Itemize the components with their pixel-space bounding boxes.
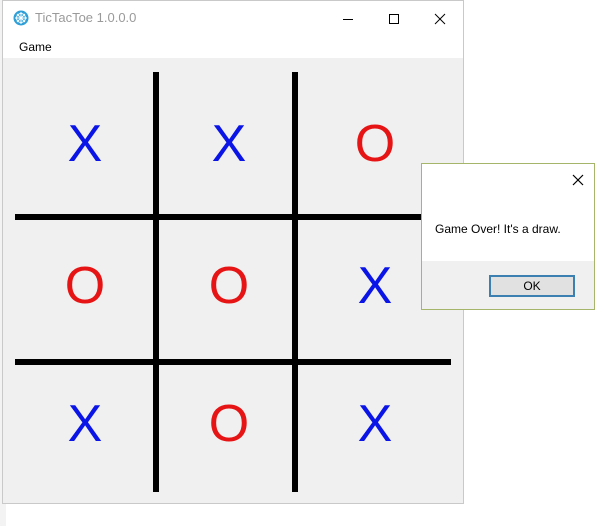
cell-r2-c2[interactable]: O: [159, 216, 299, 356]
cell-r3-c3[interactable]: X: [305, 354, 445, 494]
cell-mark: X: [67, 395, 103, 453]
close-icon: [434, 13, 446, 24]
cell-r3-c1[interactable]: X: [15, 354, 155, 494]
dialog-message: Game Over! It's a draw.: [435, 222, 561, 236]
menu-game[interactable]: Game: [19, 39, 52, 55]
globe-app-icon: [13, 10, 29, 26]
dialog-footer: OK: [422, 261, 594, 309]
close-button[interactable]: [417, 1, 463, 36]
cell-r3-c2[interactable]: O: [159, 354, 299, 494]
minimize-icon: [343, 18, 353, 20]
cell-mark: X: [357, 395, 393, 453]
maximize-button[interactable]: [371, 1, 417, 36]
title-bar[interactable]: TicTacToe 1.0.0.0: [3, 1, 463, 36]
desktop: TicTacToe 1.0.0.0 Game X X O O O X X O X…: [0, 0, 608, 526]
close-icon: [572, 174, 584, 186]
app-window: TicTacToe 1.0.0.0 Game X X O O O X X O X: [2, 0, 464, 504]
minimize-button[interactable]: [325, 1, 371, 36]
maximize-icon: [389, 13, 399, 24]
cell-mark: O: [208, 257, 250, 315]
message-dialog: Game Over! It's a draw. OK: [421, 163, 595, 310]
cell-mark: O: [64, 257, 106, 315]
cell-mark: X: [67, 115, 103, 173]
dialog-close-button[interactable]: [568, 170, 588, 190]
cell-mark: O: [208, 395, 250, 453]
cell-r2-c1[interactable]: O: [15, 216, 155, 356]
ok-button[interactable]: OK: [489, 275, 575, 297]
cell-r1-c2[interactable]: X: [159, 74, 299, 214]
cell-mark: X: [357, 257, 393, 315]
game-board: X X O O O X X O X: [3, 58, 463, 503]
cell-r1-c1[interactable]: X: [15, 74, 155, 214]
cell-mark: X: [211, 115, 247, 173]
menu-bar: Game: [3, 36, 463, 58]
window-title: TicTacToe 1.0.0.0: [35, 10, 137, 25]
cell-mark: O: [354, 115, 396, 173]
